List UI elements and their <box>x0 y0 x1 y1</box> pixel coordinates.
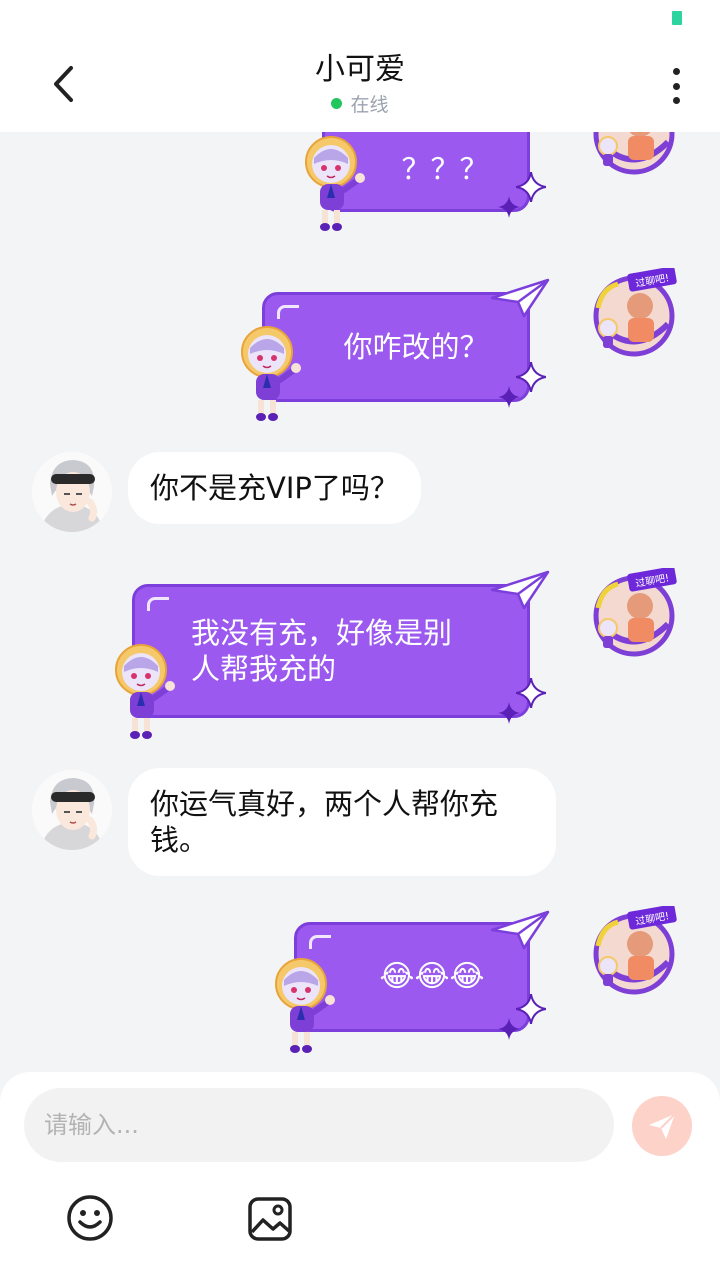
more-vertical-icon-dot <box>672 82 680 90</box>
title-block: 小可爱 在线 <box>0 50 720 117</box>
sparkle-icon <box>516 362 546 392</box>
smiley-icon[interactable] <box>66 1194 114 1242</box>
my-avatar[interactable] <box>588 568 680 660</box>
image-icon[interactable] <box>247 1196 293 1242</box>
mascot-girl-icon <box>108 642 178 742</box>
paper-plane-deco-icon <box>490 570 550 610</box>
composer-bar <box>0 1072 720 1280</box>
message-text: 你运气真好，两个人帮你充钱。 <box>150 787 499 857</box>
more-vertical-icon-dot <box>672 97 680 104</box>
message-bubble[interactable]: 你运气真好，两个人帮你充钱。 <box>128 768 556 876</box>
my-avatar[interactable] <box>588 132 680 178</box>
my-avatar[interactable] <box>588 906 680 998</box>
contact-avatar-image <box>32 452 112 532</box>
message-text: ？？？ <box>401 152 489 186</box>
status-bar <box>0 0 720 38</box>
message-text: 我没有充，好像是别人帮我充的 <box>191 616 453 686</box>
message-bubble[interactable]: 你不是充VIP了吗？ <box>128 452 421 524</box>
message-list[interactable]: ？？？ 你咋改的？ 你不是充VIP了吗？ 我没有充，好像是别人帮我充的 你运气真… <box>0 132 720 1072</box>
sparkle-icon <box>516 678 546 708</box>
contact-avatar[interactable] <box>32 452 112 532</box>
paper-plane-icon <box>649 1113 676 1139</box>
contact-avatar-image <box>32 770 112 850</box>
online-status: 在线 <box>0 90 720 117</box>
paper-plane-deco-icon <box>490 278 550 318</box>
more-options-button[interactable] <box>658 64 694 108</box>
message-bubble[interactable]: 我没有充，好像是别人帮我充的 <box>132 584 530 718</box>
contact-name: 小可爱 <box>315 52 405 87</box>
my-avatar[interactable] <box>588 268 680 360</box>
sparkle-icon <box>498 196 520 218</box>
sparkle-icon <box>516 994 546 1024</box>
sparkle-icon <box>498 702 520 724</box>
sparkle-icon <box>516 172 546 202</box>
online-status-text: 在线 <box>350 94 389 116</box>
online-dot-icon <box>331 98 343 109</box>
mascot-girl-icon <box>268 956 338 1056</box>
battery-icon <box>672 11 682 25</box>
chat-header: 小可爱 在线 <box>0 38 720 132</box>
more-vertical-icon-dot <box>672 68 680 75</box>
message-text: 你咋改的？ <box>343 330 489 364</box>
message-text: 😂😂😂 <box>379 959 485 994</box>
mascot-girl-icon <box>298 134 368 234</box>
sparkle-icon <box>498 1018 520 1040</box>
send-button[interactable] <box>632 1096 692 1156</box>
message-text: 你不是充VIP了吗？ <box>150 471 399 505</box>
bubble-corner-deco <box>277 305 299 319</box>
message-input[interactable] <box>24 1088 614 1162</box>
mascot-girl-icon <box>234 324 304 424</box>
contact-avatar[interactable] <box>32 770 112 850</box>
bubble-corner-deco <box>147 597 169 611</box>
paper-plane-deco-icon <box>490 910 550 950</box>
bubble-corner-deco <box>309 935 331 949</box>
sparkle-icon <box>498 386 520 408</box>
